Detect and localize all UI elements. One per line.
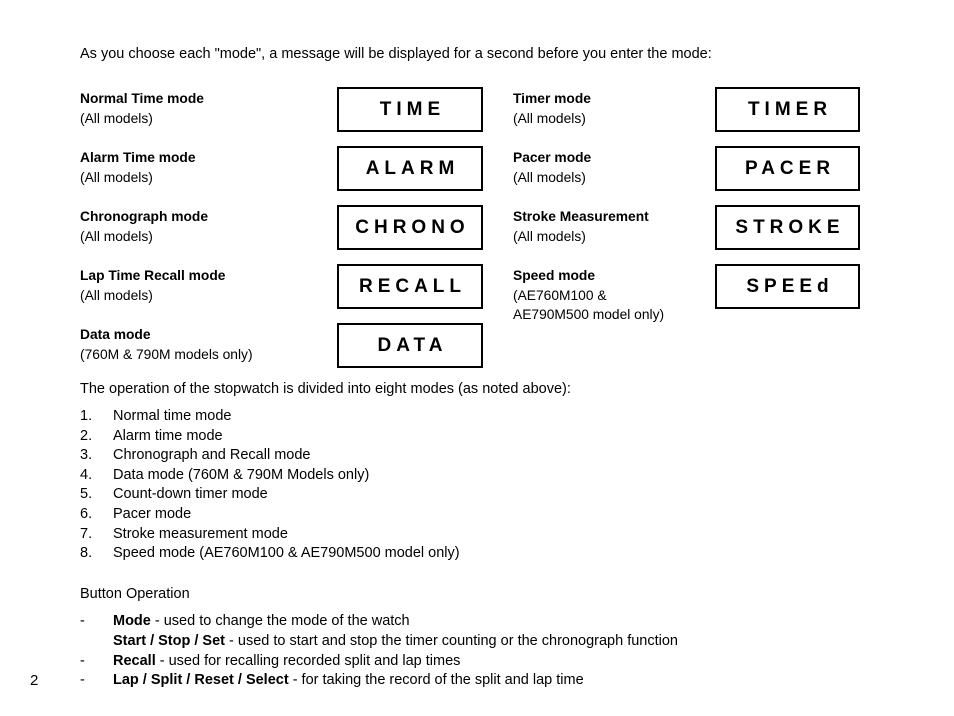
page-number: 2 — [30, 672, 39, 689]
mode-title: Speed mode — [513, 268, 596, 283]
list-item: 5. Count-down timer mode — [80, 485, 460, 505]
mode-title: Pacer mode — [513, 150, 592, 165]
list-text: Stroke measurement mode — [113, 525, 288, 542]
mode-subtitle: (All models) — [513, 169, 586, 185]
mode-row-data: Data mode (760M & 790M models only) DATA — [0, 323, 954, 368]
mode-label-speed: Speed mode (AE760M100 & AE790M500 model … — [513, 266, 664, 325]
mode-subtitle: (All models) — [513, 110, 586, 126]
mode-title: Stroke Measurement — [513, 209, 649, 224]
list-dash: - — [80, 672, 85, 689]
list-item: - Mode - used to change the mode of the w… — [80, 612, 678, 632]
mode-title: Timer mode — [513, 91, 591, 106]
list-text: Speed mode (AE760M100 & AE790M500 model … — [113, 545, 460, 562]
mode-display-box-speed: SPEEd — [715, 264, 860, 309]
intro-paragraph: As you choose each "mode", a message wil… — [80, 46, 712, 62]
list-item: 2. Alarm time mode — [80, 427, 460, 447]
mode-display-box-data: DATA — [337, 323, 483, 368]
button-name: Lap / Split / Reset / Select — [113, 672, 289, 689]
mode-title: Data mode — [80, 327, 151, 342]
list-item: 3. Chronograph and Recall mode — [80, 446, 460, 466]
list-item: 1. Normal time mode — [80, 407, 460, 427]
document-page: As you choose each "mode", a message wil… — [0, 0, 954, 716]
mode-subtitle: (760M & 790M models only) — [80, 346, 253, 362]
list-item: 4. Data mode (760M & 790M Models only) — [80, 466, 460, 486]
list-dash: - — [80, 613, 85, 629]
mode-numbered-list: 1. Normal time mode 2. Alarm time mode 3. C… — [80, 407, 460, 564]
button-description: - used to start and stop the timer count… — [225, 632, 678, 649]
list-item: 8. Speed mode (AE760M100 & AE790M500 mode… — [80, 544, 460, 564]
list-text: Pacer mode — [113, 505, 192, 522]
divided-modes-note: The operation of the stopwatch is divide… — [80, 381, 571, 397]
list-dash: - — [80, 652, 85, 669]
mode-label-timer: Timer mode (All models) — [513, 89, 591, 128]
list-text: Chronograph and Recall mode — [113, 447, 311, 464]
button-operation-heading: Button Operation — [80, 586, 190, 602]
list-text: Normal time mode — [113, 408, 232, 424]
list-marker: 5. — [80, 486, 93, 503]
mode-row-pacer: Pacer mode (All models) PACER — [0, 146, 954, 191]
button-name: Recall — [113, 652, 156, 669]
list-text: Count-down timer mode — [113, 486, 268, 503]
mode-display-box-stroke: STROKE — [715, 205, 860, 250]
mode-row-speed: Speed mode (AE760M100 & AE790M500 model … — [0, 264, 954, 322]
button-description: - used to change the mode of the watch — [150, 613, 410, 629]
button-description: - for taking the record of the split and… — [288, 672, 584, 689]
mode-subtitle: (AE760M100 & — [513, 287, 607, 303]
list-item: 6. Pacer mode — [80, 505, 460, 525]
button-name: Mode — [113, 613, 151, 629]
list-item: - Lap / Split / Reset / Select - for taki… — [80, 671, 678, 691]
button-operation-list: - Mode - used to change the mode of the w… — [80, 612, 678, 691]
mode-display-box-pacer: PACER — [715, 146, 860, 191]
mode-row-timer: Timer mode (All models) TIMER — [0, 87, 954, 132]
button-description: - used for recalling recorded split and … — [155, 652, 461, 669]
list-text: Data mode (760M & 790M Models only) — [113, 466, 370, 483]
list-marker: 3. — [80, 447, 93, 464]
list-marker: 1. — [80, 408, 93, 424]
list-marker: 4. — [80, 466, 93, 483]
list-item: 7. Stroke measurement mode — [80, 525, 460, 545]
mode-label-pacer: Pacer mode (All models) — [513, 148, 591, 187]
mode-display-box-timer: TIMER — [715, 87, 860, 132]
list-item: Start / Stop / Set - used to start and s… — [80, 632, 678, 652]
list-text: Alarm time mode — [113, 427, 223, 444]
mode-row-stroke-measurement: Stroke Measurement (All models) STROKE — [0, 205, 954, 250]
list-marker: 8. — [80, 545, 93, 562]
list-marker: 7. — [80, 525, 93, 542]
button-name: Start / Stop / Set — [113, 632, 225, 649]
mode-subtitle: (All models) — [513, 228, 586, 244]
mode-label-stroke-measurement: Stroke Measurement (All models) — [513, 207, 649, 246]
list-item: - Recall - used for recalling recorded sp… — [80, 652, 678, 672]
mode-subtitle-line2: AE790M500 model only) — [513, 307, 665, 322]
mode-label-data: Data mode (760M & 790M models only) — [80, 325, 253, 364]
list-marker: 6. — [80, 505, 93, 522]
list-marker: 2. — [80, 427, 93, 444]
